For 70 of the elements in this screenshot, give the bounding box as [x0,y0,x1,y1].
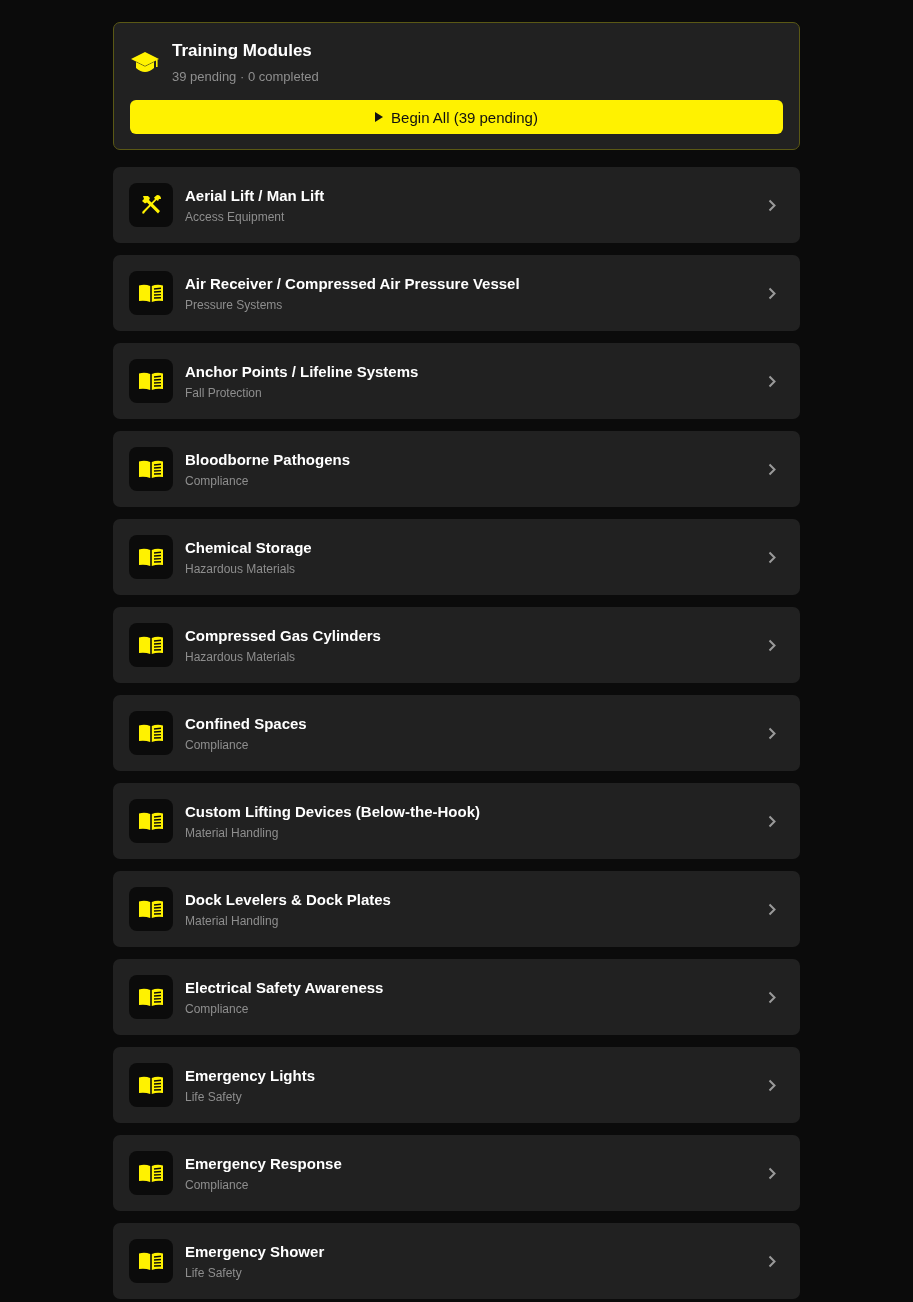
play-icon [375,112,384,122]
chevron-right-icon [768,550,776,564]
module-title: Emergency Lights [185,1065,317,1086]
module-category: Access Equipment [185,208,286,225]
book-icon [129,1063,173,1107]
module-list-item[interactable]: Confined Spaces Compliance [113,695,800,771]
begin-all-button[interactable]: Begin All (39 pending) [130,100,783,134]
chevron-right-icon [768,814,776,828]
module-title: Air Receiver / Compressed Air Pressure Vessel [185,273,521,294]
module-category: Fall Protection [185,384,263,401]
section-title: Training Modules [172,40,313,62]
chevron-right-icon [768,1166,776,1180]
book-icon [129,359,173,403]
module-category: Compliance [185,736,250,753]
book-icon [129,887,173,931]
graduation-cap-icon [131,52,159,74]
book-icon [129,535,173,579]
module-title: Emergency Shower [185,1241,326,1262]
module-title: Confined Spaces [185,713,308,734]
module-title: Bloodborne Pathogens [185,449,351,470]
module-category: Life Safety [185,1088,243,1105]
module-list-item[interactable]: Dock Levelers & Dock Plates Material Handling [113,871,800,947]
module-list-item[interactable]: Bloodborne Pathogens Compliance [113,431,800,507]
tools-icon [129,183,173,227]
module-category: Hazardous Materials [185,560,297,577]
module-category: Pressure Systems [185,296,284,313]
chevron-right-icon [768,462,776,476]
chevron-right-icon [768,1254,776,1268]
module-title: Custom Lifting Devices (Below-the-Hook) [185,801,481,822]
module-category: Compliance [185,1000,250,1017]
module-title: Anchor Points / Lifeline Systems [185,361,420,382]
module-list-item[interactable]: Compressed Gas Cylinders Hazardous Materials [113,607,800,683]
book-icon [129,623,173,667]
module-category: Life Safety [185,1264,243,1281]
chevron-right-icon [768,990,776,1004]
module-category: Material Handling [185,912,280,929]
module-category: Compliance [185,1176,250,1193]
module-list-item[interactable]: Emergency Shower Life Safety [113,1223,800,1299]
chevron-right-icon [768,638,776,652]
module-list-item[interactable]: Custom Lifting Devices (Below-the-Hook) Material Handling [113,783,800,859]
module-list-item[interactable]: Emergency Response Compliance [113,1135,800,1211]
book-icon [129,271,173,315]
module-list-item[interactable]: Anchor Points / Lifeline Systems Fall Protection [113,343,800,419]
module-category: Hazardous Materials [185,648,297,665]
book-icon [129,447,173,491]
book-icon [129,711,173,755]
chevron-right-icon [768,374,776,388]
book-icon [129,975,173,1019]
module-title: Dock Levelers & Dock Plates [185,889,392,910]
chevron-right-icon [768,1078,776,1092]
chevron-right-icon [768,198,776,212]
chevron-right-icon [768,286,776,300]
module-category: Material Handling [185,824,280,841]
module-category: Compliance [185,472,250,489]
book-icon [129,1239,173,1283]
module-list-item[interactable]: Aerial Lift / Man Lift Access Equipment [113,167,800,243]
module-title: Compressed Gas Cylinders [185,625,382,646]
book-icon [129,1151,173,1195]
module-list-item[interactable]: Chemical Storage Hazardous Materials [113,519,800,595]
module-list-item[interactable]: Emergency Lights Life Safety [113,1047,800,1123]
module-list-item[interactable]: Electrical Safety Awareness Compliance [113,959,800,1035]
progress-summary: 39 pending · 0 completed [172,68,319,86]
chevron-right-icon [768,726,776,740]
module-list-item[interactable]: Air Receiver / Compressed Air Pressure Vessel Pressure Systems [113,255,800,331]
module-title: Chemical Storage [185,537,313,558]
module-title: Aerial Lift / Man Lift [185,185,326,206]
module-title: Electrical Safety Awareness [185,977,385,998]
module-title: Emergency Response [185,1153,343,1174]
chevron-right-icon [768,902,776,916]
book-icon [129,799,173,843]
